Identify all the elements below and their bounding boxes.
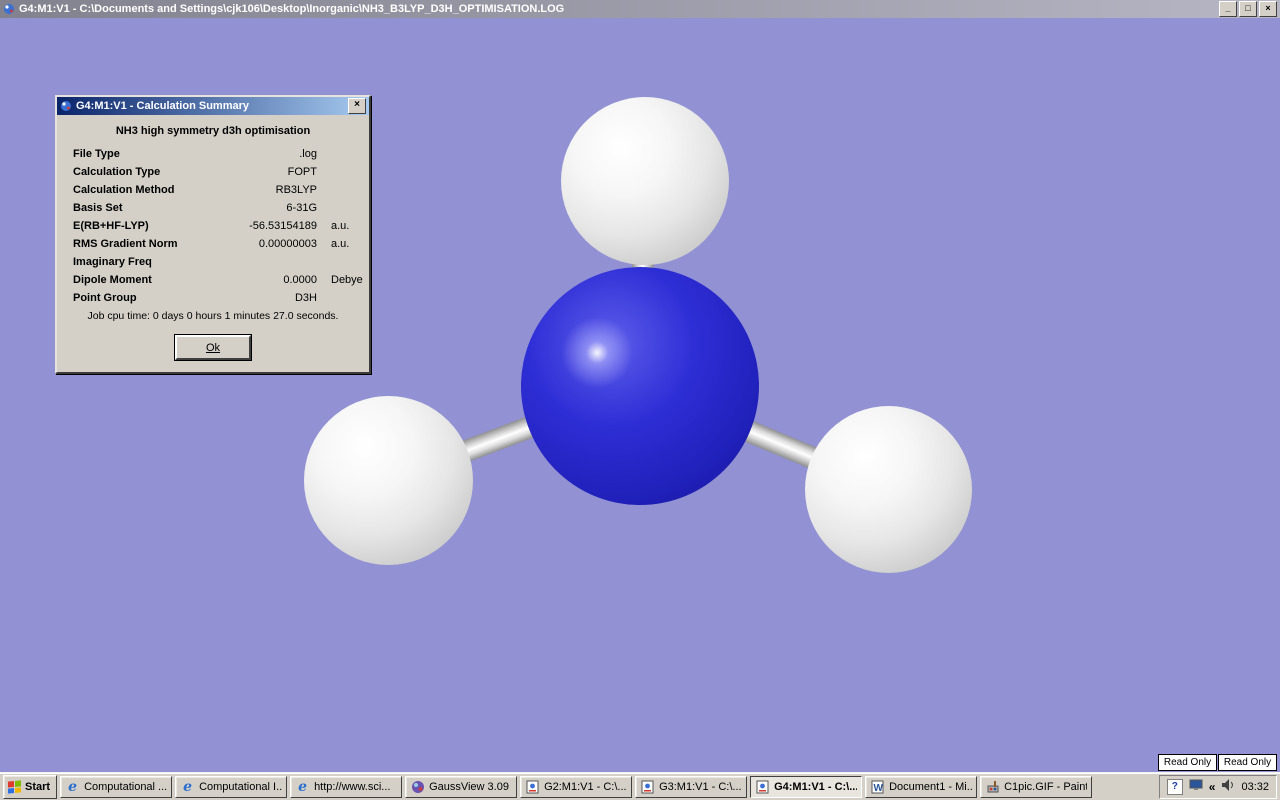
taskbar-button-g4-active[interactable]: G4:M1:V1 - C:\... bbox=[750, 776, 862, 798]
taskbar: Start e Computational ... e Computationa… bbox=[0, 772, 1280, 800]
row-label: Basis Set bbox=[73, 202, 199, 214]
task-label: Computational I... bbox=[199, 781, 282, 793]
system-tray: ? « 03:32 bbox=[1159, 775, 1277, 799]
row-value: D3H bbox=[199, 292, 317, 304]
internet-explorer-icon: e bbox=[180, 779, 195, 794]
task-label: C1pic.GIF - Paint bbox=[1004, 781, 1087, 793]
hydrogen-atom-right[interactable] bbox=[805, 406, 972, 573]
taskbar-button-computational-2[interactable]: e Computational I... bbox=[175, 776, 287, 798]
summary-row: Basis Set 6-31G bbox=[57, 199, 369, 217]
taskbar-button-website[interactable]: e http://www.sci... bbox=[290, 776, 402, 798]
summary-row: Dipole Moment 0.0000 Debye bbox=[57, 271, 369, 289]
row-value: -56.53154189 bbox=[199, 220, 317, 232]
start-label: Start bbox=[25, 781, 50, 793]
gaussview-app-icon bbox=[410, 779, 425, 794]
row-value: 6-31G bbox=[199, 202, 317, 214]
dialog-button-row: Ok bbox=[57, 335, 369, 360]
dialog-titlebar[interactable]: G4:M1:V1 - Calculation Summary × bbox=[57, 97, 369, 115]
molecule-viewport[interactable]: G4:M1:V1 - Calculation Summary × NH3 hig… bbox=[0, 18, 1280, 772]
row-value: 0.0000 bbox=[199, 274, 317, 286]
close-button[interactable]: × bbox=[1259, 1, 1277, 17]
row-label: Calculation Type bbox=[73, 166, 199, 178]
taskbar-button-g2[interactable]: G2:M1:V1 - C:\... bbox=[520, 776, 632, 798]
cpu-time-text: Job cpu time: 0 days 0 hours 1 minutes 2… bbox=[57, 310, 369, 322]
ok-button[interactable]: Ok bbox=[175, 335, 251, 360]
window-controls: _ □ × bbox=[1219, 1, 1277, 17]
statusbar: Read Only Read Only bbox=[1158, 754, 1277, 771]
row-label: Imaginary Freq bbox=[73, 256, 199, 268]
summary-row: File Type .log bbox=[57, 145, 369, 163]
taskbar-button-word[interactable]: W Document1 - Mi... bbox=[865, 776, 977, 798]
calculation-summary-dialog: G4:M1:V1 - Calculation Summary × NH3 hig… bbox=[55, 95, 371, 374]
gaussview-doc-icon bbox=[525, 779, 540, 794]
summary-row: RMS Gradient Norm 0.00000003 a.u. bbox=[57, 235, 369, 253]
window-titlebar[interactable]: G4:M1:V1 - C:\Documents and Settings\cjk… bbox=[0, 0, 1280, 18]
gaussview-icon bbox=[60, 100, 72, 112]
row-label: File Type bbox=[73, 148, 199, 160]
row-value: RB3LYP bbox=[199, 184, 317, 196]
internet-explorer-icon: e bbox=[65, 779, 80, 794]
row-label: E(RB+HF-LYP) bbox=[73, 220, 199, 232]
svg-text:W: W bbox=[874, 783, 884, 794]
summary-heading: NH3 high symmetry d3h optimisation bbox=[57, 125, 369, 137]
gaussview-icon bbox=[3, 3, 15, 15]
task-label: G4:M1:V1 - C:\... bbox=[774, 781, 857, 793]
task-label: G2:M1:V1 - C:\... bbox=[544, 781, 627, 793]
task-label: G3:M1:V1 - C:\... bbox=[659, 781, 742, 793]
collapse-tray-chevron[interactable]: « bbox=[1209, 780, 1216, 794]
dialog-title: G4:M1:V1 - Calculation Summary bbox=[76, 100, 344, 112]
hydrogen-atom-top[interactable] bbox=[561, 97, 729, 265]
start-button[interactable]: Start bbox=[3, 775, 57, 799]
taskbar-button-computational-1[interactable]: e Computational ... bbox=[60, 776, 172, 798]
task-label: GaussView 3.09 bbox=[429, 781, 509, 793]
windows-flag-icon bbox=[8, 780, 21, 793]
row-label: Dipole Moment bbox=[73, 274, 199, 286]
row-unit: a.u. bbox=[317, 238, 363, 250]
paint-icon bbox=[985, 779, 1000, 794]
summary-row: E(RB+HF-LYP) -56.53154189 a.u. bbox=[57, 217, 369, 235]
summary-row: Point Group D3H bbox=[57, 289, 369, 307]
dialog-body: NH3 high symmetry d3h optimisation File … bbox=[57, 115, 369, 372]
read-only-badge: Read Only bbox=[1158, 754, 1217, 771]
hydrogen-atom-left[interactable] bbox=[304, 396, 473, 565]
restore-button[interactable]: □ bbox=[1239, 1, 1257, 17]
taskbar-button-g3[interactable]: G3:M1:V1 - C:\... bbox=[635, 776, 747, 798]
task-label: http://www.sci... bbox=[314, 781, 390, 793]
taskbar-clock[interactable]: 03:32 bbox=[1241, 781, 1269, 793]
task-label: Computational ... bbox=[84, 781, 167, 793]
ok-button-label: Ok bbox=[206, 342, 220, 354]
gaussview-doc-icon bbox=[640, 779, 655, 794]
row-unit: a.u. bbox=[317, 220, 363, 232]
taskbar-button-paint[interactable]: C1pic.GIF - Paint bbox=[980, 776, 1092, 798]
window-title: G4:M1:V1 - C:\Documents and Settings\cjk… bbox=[19, 3, 1215, 15]
summary-row: Calculation Method RB3LYP bbox=[57, 181, 369, 199]
row-label: RMS Gradient Norm bbox=[73, 238, 199, 250]
row-label: Calculation Method bbox=[73, 184, 199, 196]
nitrogen-atom[interactable] bbox=[521, 267, 759, 505]
minimize-button[interactable]: _ bbox=[1219, 1, 1237, 17]
summary-row: Imaginary Freq bbox=[57, 253, 369, 271]
row-label: Point Group bbox=[73, 292, 199, 304]
taskbar-button-gaussview[interactable]: GaussView 3.09 bbox=[405, 776, 517, 798]
row-unit: Debye bbox=[317, 274, 363, 286]
display-tray-icon[interactable] bbox=[1189, 779, 1203, 794]
help-tray-icon[interactable]: ? bbox=[1167, 779, 1183, 795]
row-value: 0.00000003 bbox=[199, 238, 317, 250]
volume-icon[interactable] bbox=[1221, 778, 1235, 795]
task-label: Document1 - Mi... bbox=[889, 781, 972, 793]
read-only-badge: Read Only bbox=[1218, 754, 1277, 771]
summary-row: Calculation Type FOPT bbox=[57, 163, 369, 181]
internet-explorer-icon: e bbox=[295, 779, 310, 794]
screen: G4:M1:V1 - C:\Documents and Settings\cjk… bbox=[0, 0, 1280, 800]
dialog-close-button[interactable]: × bbox=[348, 98, 366, 114]
row-value: .log bbox=[199, 148, 317, 160]
row-value: FOPT bbox=[199, 166, 317, 178]
gaussview-doc-icon bbox=[755, 779, 770, 794]
word-icon: W bbox=[870, 779, 885, 794]
